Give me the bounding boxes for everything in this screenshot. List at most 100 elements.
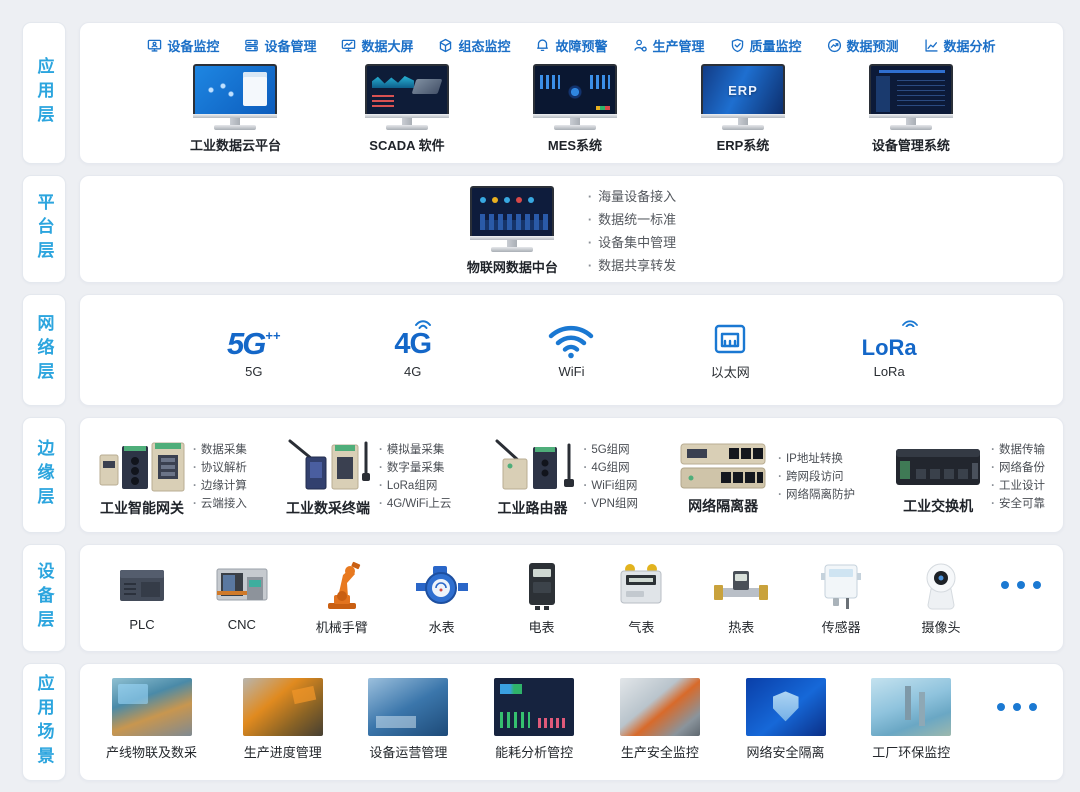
feature-item: 数据共享转发 [588, 254, 676, 277]
signal-arcs-icon [413, 317, 433, 329]
industrial-gateway-image [98, 437, 186, 495]
layer-card-edge: 边缘层 [22, 417, 66, 533]
network-item-ethernet: 以太网 [685, 313, 775, 381]
5g-logo-icon: 5G++ [227, 315, 281, 359]
tag-data-analysis: 数据分析 [924, 36, 996, 55]
application-tags: 设备监控 设备管理 数据大屏 组态监控 故障预警 [80, 23, 1063, 55]
system-label: SCADA 软件 [369, 135, 444, 154]
heat-meter-icon [713, 557, 769, 613]
layer-card-device: 设备层 [22, 544, 66, 652]
layer-label-application: 应用层 [36, 57, 53, 129]
4g-logo-icon: 4G [394, 315, 431, 359]
shield-check-icon [730, 38, 745, 53]
system-iot-data-platform: 物联网数据中台 [467, 186, 558, 276]
edge-layer-panel: 工业智能网关 数据采集 协议解析 边缘计算 云端接入 [79, 417, 1064, 533]
tag-fault-warning: 故障预警 [535, 36, 607, 55]
tag-quality-monitoring: 质量监控 [730, 36, 802, 55]
device-layer-row: 设备层 PLC [22, 544, 1064, 652]
feature-item: 数据统一标准 [588, 208, 676, 231]
monitor-screen-mes [533, 64, 617, 114]
layer-label-platform: 平台层 [36, 193, 53, 265]
ethernet-port-icon [711, 313, 749, 357]
product-network-isolator: 网络隔离器 IP地址转换 跨网段访问 网络隔离防护 [675, 439, 855, 516]
feature-item: 海量设备接入 [588, 185, 676, 208]
product-industrial-router: 工业路由器 5G组网 4G组网 WiFi组网 VPN组网 [489, 437, 639, 518]
monitor-device-management [869, 64, 953, 130]
tag-data-prediction: 数据预测 [827, 36, 899, 55]
monitor-scada [365, 64, 449, 130]
monitor-industrial-cloud [193, 64, 277, 130]
electric-meter-icon [514, 557, 570, 613]
lora-logo-icon: LoRa [862, 315, 917, 359]
system-device-management: 设备管理系统 [869, 64, 953, 154]
scenario-equipment-operation: 设备运营管理 [368, 678, 448, 761]
scenario-factory-environment: 工厂环保监控 [871, 678, 951, 761]
system-industrial-cloud-platform: 工业数据云平台 [190, 64, 281, 154]
platform-feature-list: 海量设备接入 数据统一标准 设备集中管理 数据共享转发 [588, 185, 676, 277]
monitor-screen-cloud [193, 64, 277, 114]
scenario-image-safety [620, 678, 700, 736]
device-layer-panel: PLC CNC [79, 544, 1064, 652]
product-feature-list: 数据采集 协议解析 边缘计算 云端接入 [193, 441, 247, 513]
application-layer-row: 应用层 设备监控 设备管理 数据大屏 组态监控 [22, 22, 1064, 164]
monitor-iot-platform [470, 186, 554, 252]
scenario-image-security-shield [746, 678, 826, 736]
device-robot-arm: 机械手臂 [302, 556, 382, 636]
application-systems: 工业数据云平台 SCADA 软件 MES系统 [80, 55, 1063, 154]
tag-device-monitoring: 设备监控 [147, 36, 219, 55]
system-label: MES系统 [548, 135, 602, 154]
alarm-bell-icon [535, 38, 550, 53]
product-feature-list: 数据传输 网络备份 工业设计 安全可靠 [991, 441, 1045, 513]
network-item-4g: 4G 4G [368, 315, 458, 379]
network-item-wifi: WiFi [526, 315, 616, 379]
layer-card-scenario: 应用场景 [22, 663, 66, 781]
gas-meter-icon [613, 557, 669, 613]
scenario-network-security: 网络安全隔离 [746, 678, 826, 761]
layer-card-application: 应用层 [22, 22, 66, 164]
scenario-image-progress [243, 678, 323, 736]
tag-device-management: 设备管理 [244, 36, 316, 55]
dashboard-screen-icon [341, 38, 356, 53]
scenario-image-equipment [368, 678, 448, 736]
monitor-screen-dms [869, 64, 953, 114]
scenario-layer-row: 应用场景 产线物联及数采 生产进度管理 设备运营管理 能耗分析管控 [22, 663, 1064, 781]
scenario-image-production-line [112, 678, 192, 736]
layer-label-network: 网络层 [36, 314, 53, 386]
device-plc: PLC [102, 556, 182, 632]
user-gear-icon [633, 38, 648, 53]
monitor-erp: ERP [701, 64, 785, 130]
network-layer-panel: 5G++ 5G 4G 4G WiFi [79, 294, 1064, 406]
system-erp: ERP ERP系统 [701, 64, 785, 154]
scenario-layer-panel: 产线物联及数采 生产进度管理 设备运营管理 能耗分析管控 生产安全监控 [79, 663, 1064, 781]
layer-label-device: 设备层 [36, 562, 53, 634]
device-camera: 摄像头 [901, 556, 981, 636]
product-feature-list: 模拟量采集 数字量采集 LoRa组网 4G/WiFi上云 [379, 441, 451, 513]
scenario-energy-analysis: 能耗分析管控 [494, 678, 574, 761]
line-chart-icon [924, 38, 939, 53]
erp-screen-text: ERP [728, 83, 758, 98]
layer-label-edge: 边缘层 [36, 439, 53, 511]
industrial-switch-image [892, 439, 984, 493]
tag-scada-monitoring: 组态监控 [438, 36, 510, 55]
product-industrial-gateway: 工业智能网关 数据采集 协议解析 边缘计算 云端接入 [98, 437, 247, 518]
platform-layer-panel: 物联网数据中台 海量设备接入 数据统一标准 设备集中管理 数据共享转发 [79, 175, 1064, 283]
camera-icon [913, 557, 969, 613]
monitor-screen-scada [365, 64, 449, 114]
device-heat-meter: 热表 [701, 556, 781, 636]
ellipsis-dots-icon [997, 678, 1037, 736]
system-scada: SCADA 软件 [365, 64, 449, 154]
network-item-5g: 5G++ 5G [209, 315, 299, 379]
product-feature-list: IP地址转换 跨网段访问 网络隔离防护 [778, 450, 855, 504]
system-label: 设备管理系统 [872, 135, 950, 154]
water-meter-icon [414, 557, 470, 613]
cube-icon [438, 38, 453, 53]
signal-arcs-icon [901, 317, 919, 327]
edge-layer-row: 边缘层 [22, 417, 1064, 533]
device-cnc: CNC [202, 556, 282, 632]
cnc-icon [214, 557, 270, 613]
layer-card-network: 网络层 [22, 294, 66, 406]
wifi-icon [546, 315, 596, 359]
application-layer-panel: 设备监控 设备管理 数据大屏 组态监控 故障预警 [79, 22, 1064, 164]
system-mes: MES系统 [533, 64, 617, 154]
feature-item: 设备集中管理 [588, 231, 676, 254]
